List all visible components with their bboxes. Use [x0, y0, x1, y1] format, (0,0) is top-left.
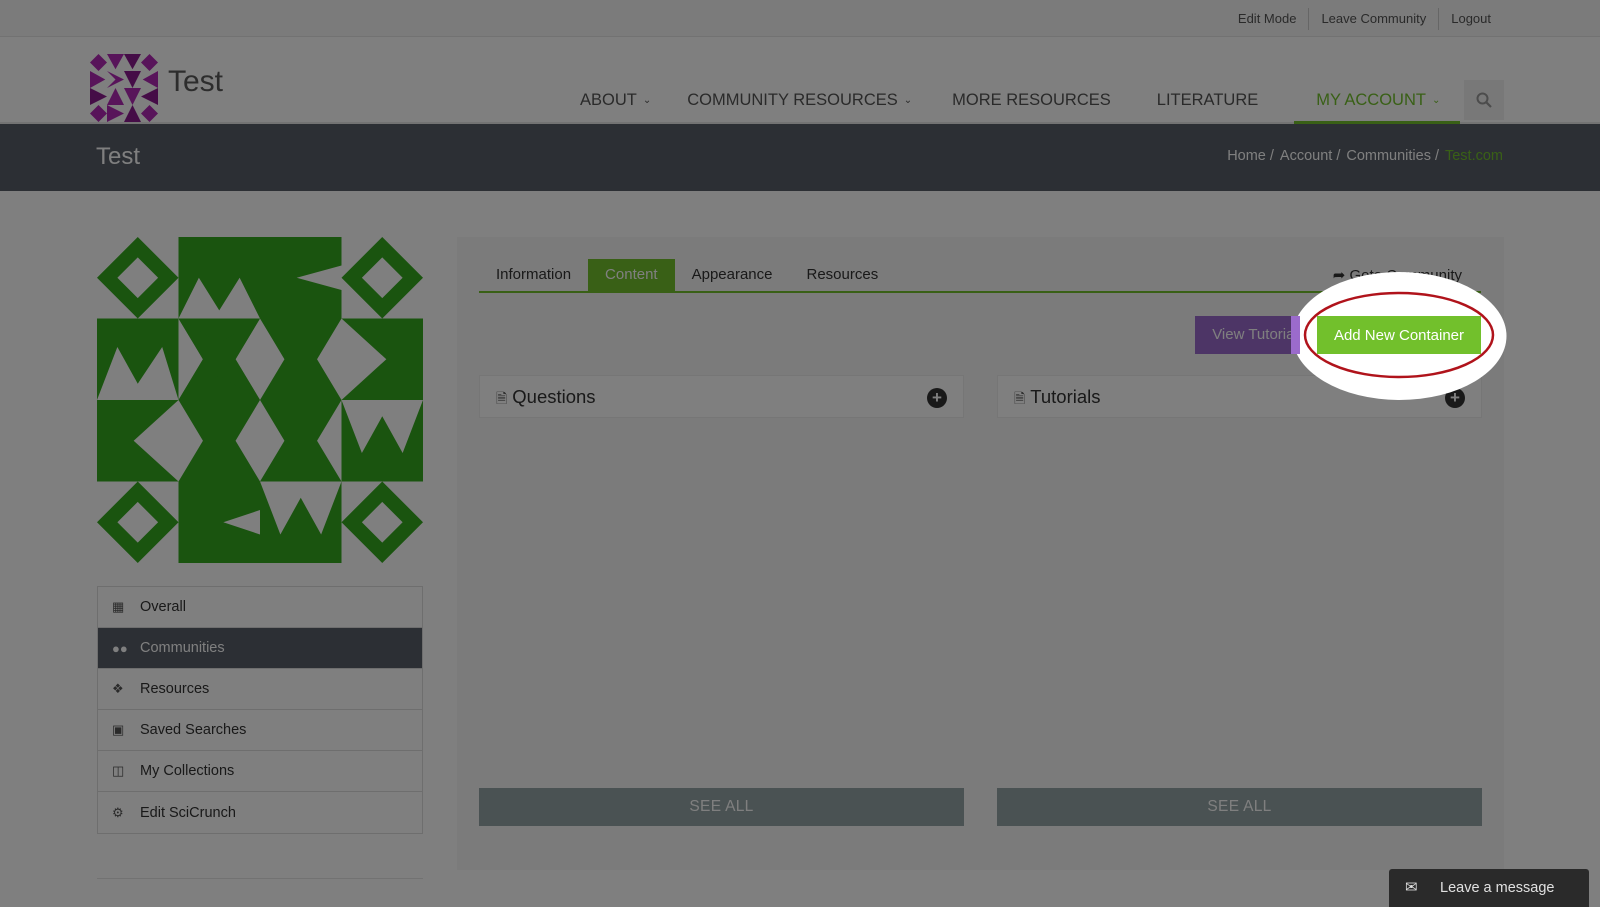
envelope-icon: ✉ [1405, 879, 1418, 896]
leave-message-widget[interactable]: ✉ Leave a message [1389, 869, 1589, 907]
leave-message-label: Leave a message [1440, 880, 1555, 896]
tutorial-dim-overlay [0, 0, 1600, 907]
spotlight-button-label: Add New Container [1334, 327, 1464, 344]
spotlight-highlight: al Add New Container [1291, 272, 1507, 400]
page: Edit Mode Leave Community Logout Test [0, 0, 1600, 907]
